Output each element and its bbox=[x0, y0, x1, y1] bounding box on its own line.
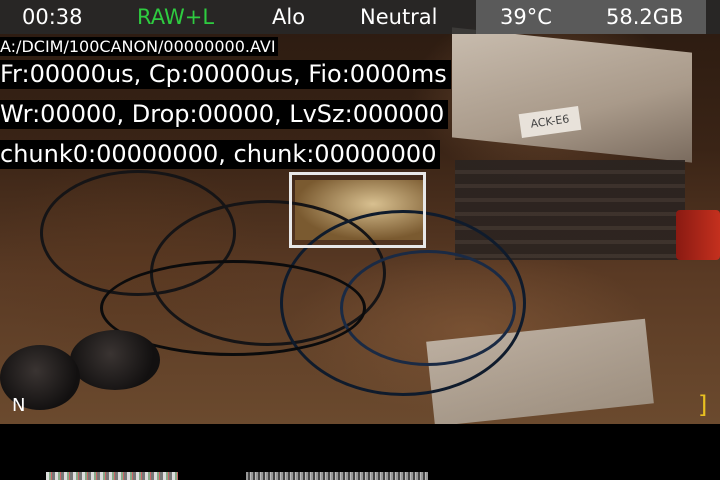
picture-style[interactable]: Neutral bbox=[360, 4, 438, 30]
recording-time: 00:38 bbox=[22, 5, 83, 29]
chunk-stats: chunk0:00000000, chunk:00000000 bbox=[0, 140, 441, 169]
focus-frame[interactable] bbox=[289, 172, 426, 248]
timing-stats: Fr:00000us, Cp:00000us, Fio:0000ms bbox=[0, 60, 451, 89]
bottom-left-marker: N bbox=[12, 395, 26, 416]
card-free-space: 58.2GB bbox=[606, 5, 684, 29]
lens-cap bbox=[70, 330, 160, 390]
write-stats: Wr:00000, Drop:00000, LvSz:000000 bbox=[0, 100, 449, 129]
product-box bbox=[452, 27, 692, 163]
sensor-temperature: 39°C bbox=[500, 5, 552, 29]
red-object bbox=[676, 210, 720, 260]
cable bbox=[340, 250, 516, 366]
recording-format[interactable]: RAW+L bbox=[137, 4, 214, 30]
histogram-rgb bbox=[46, 472, 178, 480]
picture-style-mode[interactable]: Alo bbox=[272, 4, 305, 30]
frame-bracket-marker: ] bbox=[698, 391, 708, 419]
histogram-waveform bbox=[246, 472, 428, 480]
status-bar: 00:38 RAW+L Alo Neutral 39°C 58.2GB bbox=[0, 0, 720, 34]
file-path: A:/DCIM/100CANON/00000000.AVI bbox=[0, 37, 278, 56]
